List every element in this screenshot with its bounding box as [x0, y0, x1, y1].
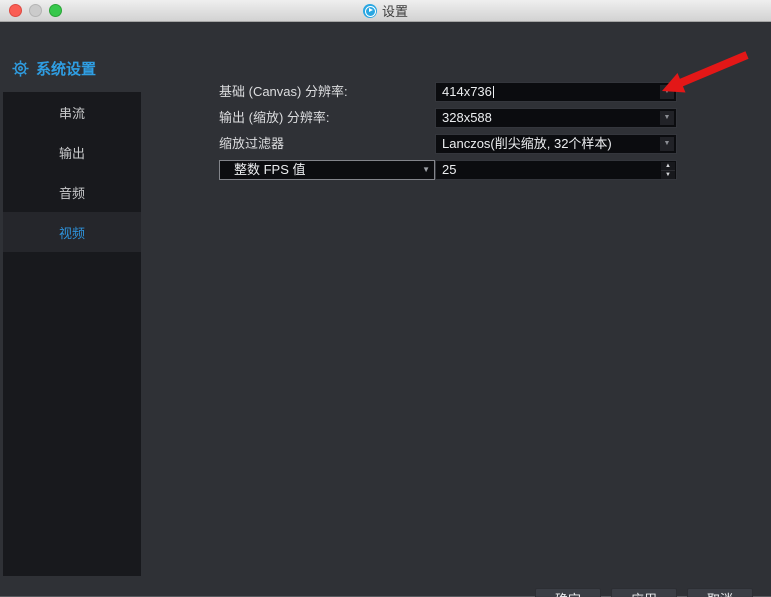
minimize-button[interactable]: [29, 4, 42, 17]
scale-filter-dropdown[interactable]: ▼: [660, 137, 674, 151]
traffic-lights: [9, 4, 62, 17]
app-play-circle-icon: [362, 3, 377, 18]
fps-type-value: 整数 FPS 值: [234, 162, 306, 177]
sidebar-item-video[interactable]: 视频: [3, 212, 141, 252]
sidebar-item-audio[interactable]: 音频: [3, 172, 141, 212]
canvas-resolution-dropdown[interactable]: ▼: [660, 85, 674, 99]
page-title: 系统设置: [36, 61, 97, 78]
ok-button[interactable]: 确定: [535, 588, 601, 597]
sidebar-item-output[interactable]: 输出: [3, 132, 141, 172]
page-header: 系统设置: [11, 58, 96, 79]
fps-type-dropdown-icon: ▼: [422, 165, 430, 174]
gear-icon: [12, 60, 29, 77]
output-resolution-label: 输出 (缩放) 分辨率:: [219, 110, 330, 125]
scale-filter-label: 缩放过滤器: [219, 136, 285, 151]
output-resolution-dropdown[interactable]: ▼: [660, 111, 674, 125]
fps-type-select[interactable]: 整数 FPS 值 ▼: [219, 160, 435, 180]
canvas-resolution-value: 414x736: [442, 84, 492, 99]
fps-spinner: ▲ ▼: [661, 162, 675, 179]
canvas-resolution-label: 基础 (Canvas) 分辨率:: [219, 84, 348, 99]
content-area: 系统设置 串流 输出 音频 视频 基础 (Canvas) 分辨率: 414x73…: [0, 22, 771, 597]
text-caret: [492, 86, 494, 98]
window-title: 设置: [381, 4, 408, 19]
fps-value-input[interactable]: 25 ▲ ▼: [435, 160, 677, 180]
close-button[interactable]: [9, 4, 22, 17]
sidebar-item-stream[interactable]: 串流: [3, 92, 141, 132]
output-resolution-value: 328x588: [442, 110, 492, 125]
cancel-button[interactable]: 取消: [687, 588, 753, 597]
zoom-button[interactable]: [49, 4, 62, 17]
output-resolution-input[interactable]: 328x588 ▼: [435, 108, 677, 128]
sidebar: 串流 输出 音频 视频: [3, 92, 141, 576]
scale-filter-select[interactable]: Lanczos(削尖缩放, 32个样本) ▼: [435, 134, 677, 154]
spinner-down-button[interactable]: ▼: [661, 171, 675, 179]
fps-value: 25: [442, 162, 457, 177]
canvas-resolution-input[interactable]: 414x736 ▼: [435, 82, 677, 102]
settings-window: 设置 系统设置 串流 输出 音频 视频 基础 (Canvas) 分辨率: 414…: [0, 0, 771, 597]
apply-button[interactable]: 应用: [611, 588, 677, 597]
spinner-up-button[interactable]: ▲: [661, 162, 675, 171]
scale-filter-value: Lanczos(削尖缩放, 32个样本): [442, 136, 612, 151]
titlebar[interactable]: 设置: [0, 0, 771, 22]
window-title-group: 设置: [362, 1, 408, 20]
